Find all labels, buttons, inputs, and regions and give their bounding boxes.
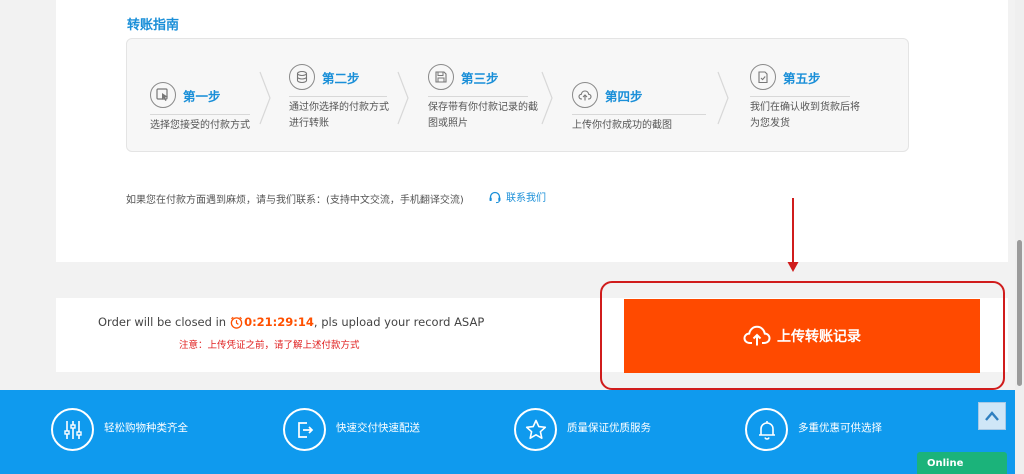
step-4: 第四步 上传你付款成功的截图 xyxy=(572,82,706,134)
cloud-upload-icon xyxy=(743,325,771,346)
step-1-desc-line-1: 选择您接受的付款方式 xyxy=(150,120,250,131)
step-4-desc-line-1: 上传你付款成功的截图 xyxy=(572,120,672,131)
upload-button-label: 上传转账记录 xyxy=(777,328,861,344)
chevron-right-icon xyxy=(717,71,729,125)
order-close-suffix: , pls upload your record ASAP xyxy=(313,315,485,329)
cloud-upload-icon xyxy=(572,82,598,108)
feature-label: 多重优惠可供选择 xyxy=(798,422,882,434)
contact-help-text: 如果您在付款方面遇到麻烦，请与我们联系：(支持中文交流，手机翻译交流) xyxy=(126,195,464,206)
step-5-desc-line-2: 为您发货 xyxy=(750,118,790,129)
feature-item: 多重优惠可供选择 xyxy=(745,408,882,451)
back-to-top-button[interactable] xyxy=(978,402,1006,430)
step-3: 第三步 保存带有你付款记录的截 图或照片 xyxy=(428,64,538,132)
chevron-right-icon xyxy=(259,71,271,125)
page-scrollbar-track[interactable] xyxy=(1015,0,1024,474)
clipboard-check-icon xyxy=(750,64,776,90)
chevron-right-icon xyxy=(541,71,553,125)
step-1: 第一步 选择您接受的付款方式 xyxy=(150,82,250,134)
online-chat-button[interactable]: Online xyxy=(917,452,1007,474)
sliders-icon xyxy=(51,408,94,451)
step-1-name: 第一步 xyxy=(183,88,221,104)
delivery-exit-icon xyxy=(283,408,326,451)
feature-item: 快速交付快速配送 xyxy=(283,408,420,451)
clock-icon xyxy=(230,316,243,329)
chevron-right-icon xyxy=(397,71,409,125)
cursor-icon xyxy=(150,82,176,108)
step-5-desc-line-1: 我们在确认收到货款后将 xyxy=(750,102,860,113)
order-close-prefix: Order will be closed in xyxy=(98,315,227,329)
bell-icon xyxy=(745,408,788,451)
save-icon xyxy=(428,64,454,90)
contact-us-link[interactable]: 联系我们 xyxy=(488,189,546,204)
step-3-desc-line-1: 保存带有你付款记录的截 xyxy=(428,102,538,113)
feature-label: 质量保证优质服务 xyxy=(567,422,651,434)
step-5-name: 第五步 xyxy=(783,70,821,86)
upload-note: 注意：上传凭证之前，请了解上述付款方式 xyxy=(179,340,360,351)
coins-icon xyxy=(289,64,315,90)
step-4-name: 第四步 xyxy=(605,88,643,104)
countdown-timer: 0:21:29:14 xyxy=(244,315,314,329)
step-divider xyxy=(572,114,706,115)
step-divider xyxy=(428,96,528,97)
feature-label: 轻松购物种类齐全 xyxy=(104,422,188,434)
feature-item: 轻松购物种类齐全 xyxy=(51,408,188,451)
upload-transfer-record-button[interactable]: 上传转账记录 xyxy=(624,299,980,373)
headset-icon xyxy=(489,191,501,203)
step-divider xyxy=(750,96,850,97)
annotation-arrow xyxy=(787,198,799,272)
step-divider xyxy=(289,96,387,97)
step-divider xyxy=(150,114,250,115)
guide-title: 转账指南 xyxy=(127,18,180,33)
step-2-desc-line-2: 进行转账 xyxy=(289,118,329,129)
step-3-name: 第三步 xyxy=(461,70,499,86)
step-3-desc-line-2: 图或照片 xyxy=(428,118,468,129)
page-scrollbar-thumb[interactable] xyxy=(1017,240,1022,386)
step-2: 第二步 通过你选择的付款方式 进行转账 xyxy=(289,64,389,132)
step-2-desc-line-1: 通过你选择的付款方式 xyxy=(289,102,389,113)
contact-us-label: 联系我们 xyxy=(506,193,546,204)
feature-label: 快速交付快速配送 xyxy=(336,422,420,434)
chevron-up-icon xyxy=(985,411,999,421)
step-5: 第五步 我们在确认收到货款后将 为您发货 xyxy=(750,64,860,132)
order-close-notice: Order will be closed in 0:21:29:14 , pls… xyxy=(98,315,484,329)
feature-item: 质量保证优质服务 xyxy=(514,408,651,451)
step-2-name: 第二步 xyxy=(322,70,360,86)
star-icon xyxy=(514,408,557,451)
